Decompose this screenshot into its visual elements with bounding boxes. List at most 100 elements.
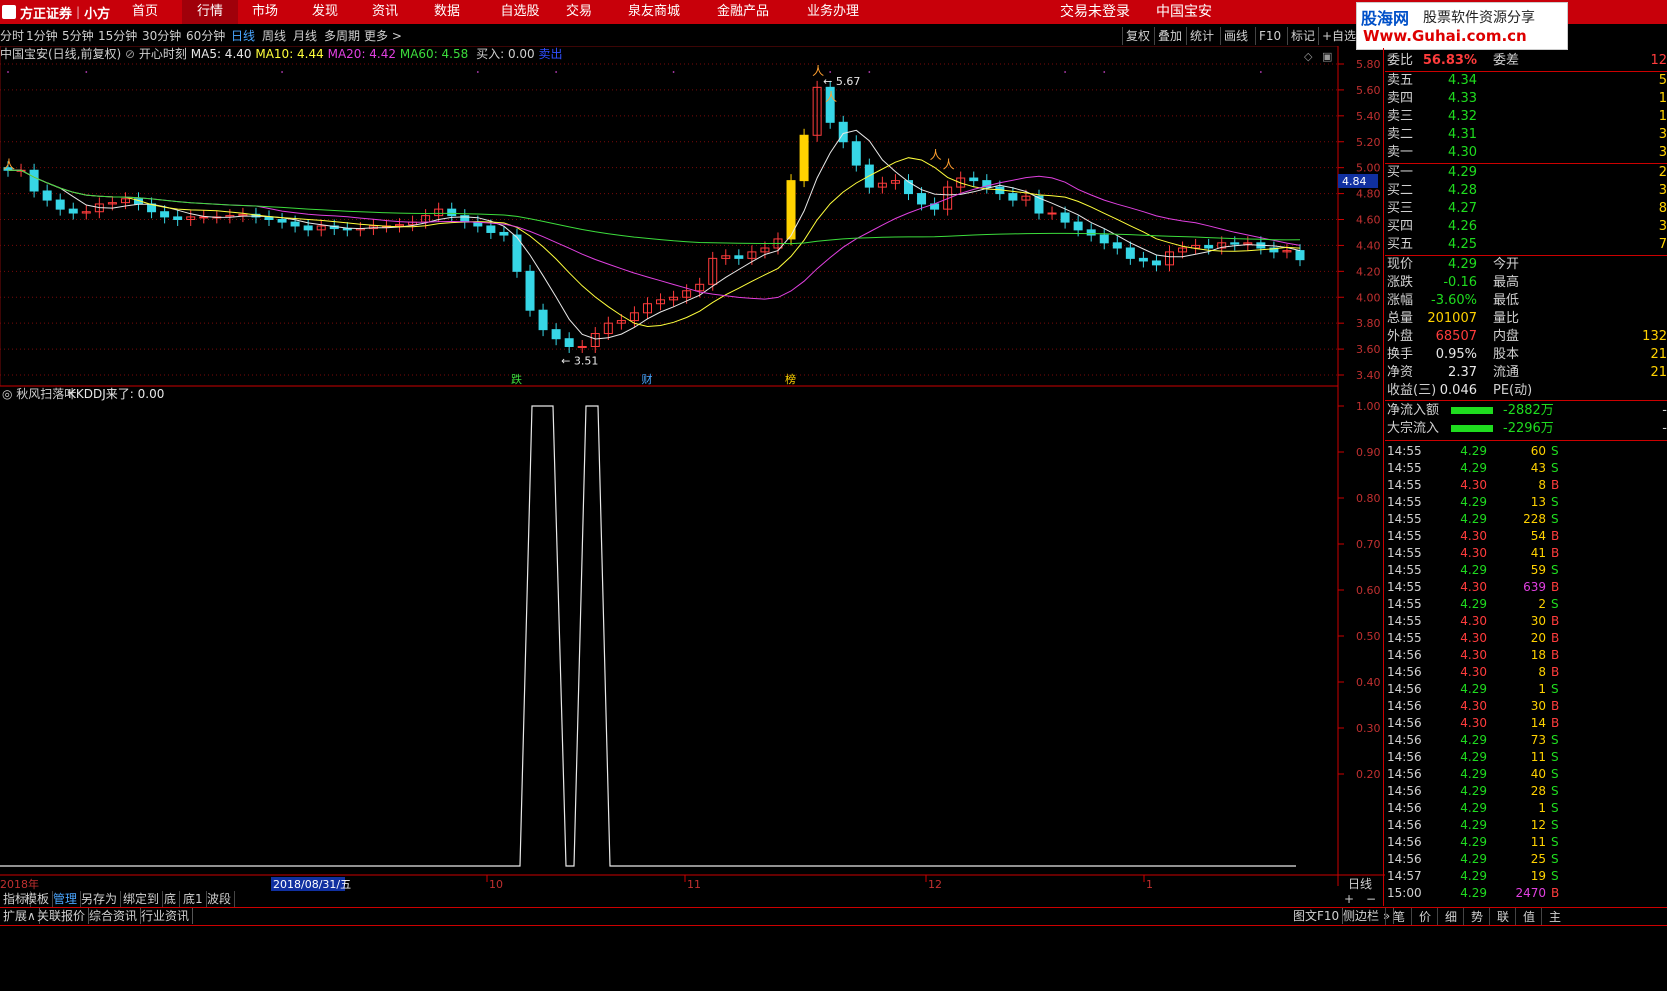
nav-item-7[interactable]: 交易 [556,0,602,24]
quote-tab-0[interactable]: 笔 [1385,908,1412,926]
event-label[interactable]: 跌 [511,372,522,386]
nav-item-6[interactable]: 自选股 [488,0,552,24]
period-indicator[interactable]: 日线 [1348,877,1372,891]
bid-price[interactable]: 4.25 [1448,236,1477,254]
nav-item-4[interactable]: 资讯 [362,0,408,24]
nav-item-8[interactable]: 泉友商城 [620,0,688,24]
candle-body [969,177,979,182]
zoom-out-button[interactable]: − [1366,892,1376,906]
period-tab-6[interactable]: 日线 [231,27,255,45]
flow-label: 大宗流入 [1387,421,1440,436]
period-tab-1[interactable]: 1分钟 [26,27,58,45]
tick-time: 14:55 [1387,580,1422,594]
event-label[interactable]: 财 [641,372,652,386]
quote-tab-4[interactable]: 联 [1489,908,1516,926]
sub-axis-label: 0.30 [1356,722,1381,735]
period-tab-5[interactable]: 60分钟 [186,27,225,45]
bid-label: 买三 [1387,201,1414,216]
bid-price[interactable]: 4.29 [1448,164,1477,182]
diamond-icon[interactable]: ◇ [1304,50,1313,63]
nav-item-label: 首页 [131,4,158,19]
candle-body [1151,260,1161,266]
quote-tab-5[interactable]: 值 [1515,908,1542,926]
window-icon[interactable]: ▣ [1322,50,1332,63]
ask-price[interactable]: 4.33 [1448,90,1477,108]
tick-volume: 40 [1530,767,1546,781]
nav-item-1[interactable]: 行情 [182,0,238,24]
indicator-tab-7[interactable]: 波段 [204,891,236,907]
nav-item-5[interactable]: 数据 [424,0,470,24]
candle-body [1086,229,1096,236]
quote-tab-6[interactable]: 主 [1541,908,1568,926]
tick-time: 14:56 [1387,733,1422,747]
ask-price[interactable]: 4.34 [1448,72,1477,90]
nav-item-9[interactable]: 金融产品 [702,0,784,24]
tick-row: 14:56 4.29 12 S [1385,817,1667,834]
tool-2[interactable]: 统计 [1186,27,1214,45]
tick-volume: 2470 [1515,886,1546,900]
indicator-tab-4[interactable]: 绑定到 [120,891,164,907]
nav-item-0[interactable]: 首页 [122,0,168,24]
indicator-tab-2[interactable]: 管理 [50,891,82,907]
tool-1[interactable]: 叠加 [1154,27,1182,45]
period-tab-4[interactable]: 30分钟 [142,27,181,45]
zoom-in-button[interactable]: + [1344,892,1354,906]
tick-volume: 8 [1538,478,1546,492]
bottom-tab-2[interactable]: 综合资讯 [86,908,142,924]
period-tab-9[interactable]: 多周期 [324,27,360,45]
indicator-tab-5[interactable]: 底 [161,891,181,907]
tick-price: 4.30 [1460,716,1487,730]
price-axis-label: 5.80 [1356,58,1381,71]
bottom-tab-3[interactable]: 行业资讯 [138,908,194,924]
indicator-tab-1[interactable]: 模板 [22,891,54,907]
trade-login-status[interactable]: 交易未登录 [1060,0,1130,24]
tool-3[interactable]: 画线 [1220,27,1248,45]
period-tab-8[interactable]: 月线 [293,27,317,45]
tool-6[interactable]: +自选 [1318,27,1356,45]
period-tab-10[interactable]: 更多 > [364,27,402,45]
quote-tab-1[interactable]: 价 [1411,908,1438,926]
period-tab-3[interactable]: 15分钟 [98,27,137,45]
tick-volume: 73 [1530,733,1546,747]
stat-label-2: 量比 [1493,311,1520,326]
ask-price[interactable]: 4.31 [1448,126,1477,144]
tool-0[interactable]: 复权 [1122,27,1150,45]
bottom-tab-1[interactable]: 关联报价 [34,908,90,924]
tool-5[interactable]: 标记 [1287,27,1315,45]
period-tab-2[interactable]: 5分钟 [62,27,94,45]
indicator-tab-3[interactable]: 另存为 [78,891,122,907]
tick-side: B [1551,648,1560,662]
tick-row: 14:56 4.29 11 S [1385,834,1667,851]
tick-row: 14:56 4.29 1 S [1385,681,1667,698]
ask-price[interactable]: 4.30 [1448,144,1477,162]
tick-row: 14:56 4.29 25 S [1385,851,1667,868]
bid-row: 买五 4.25 7 [1385,236,1667,254]
tick-row: 14:56 4.29 73 S [1385,732,1667,749]
nav-item-10[interactable]: 业务办理 [796,0,870,24]
signal-person-icon: 人 [825,90,837,104]
tick-row: 14:56 4.29 11 S [1385,749,1667,766]
period-tab-7[interactable]: 周线 [262,27,286,45]
kline-chart[interactable]: 5.80 5.60 5.40 5.20 5.00 4.80 4.60 4.40 4.20 4.00… [0,46,1385,906]
brand[interactable]: 方正证券 | 小方 [0,0,110,24]
event-label[interactable]: 榜 [785,372,796,386]
indicator-tab-6[interactable]: 底1 [180,891,207,907]
bid-price[interactable]: 4.28 [1448,182,1477,200]
tool-4[interactable]: F10 [1255,27,1281,45]
nav-item-2[interactable]: 市场 [242,0,288,24]
tick-row: 14:56 4.29 40 S [1385,766,1667,783]
signal-dot [868,71,871,73]
ask-price[interactable]: 4.32 [1448,108,1477,126]
tick-volume: 30 [1530,614,1546,628]
ask-label: 卖二 [1387,127,1414,142]
sub-indicator-title[interactable]: ◎ 秋风扫落叶 [2,387,76,401]
candle-body [903,180,913,195]
quote-tab-3[interactable]: 势 [1463,908,1490,926]
bid-price[interactable]: 4.27 [1448,200,1477,218]
period-tab-0[interactable]: 分时 [0,27,24,45]
bottom-right-0[interactable]: 图文F10 [1290,908,1344,924]
quote-tab-2[interactable]: 细 [1437,908,1464,926]
nav-item-3[interactable]: 发现 [302,0,348,24]
bid-price[interactable]: 4.26 [1448,218,1477,236]
stat-row: 收益(三) 0.046 PE(动) [1385,382,1667,400]
